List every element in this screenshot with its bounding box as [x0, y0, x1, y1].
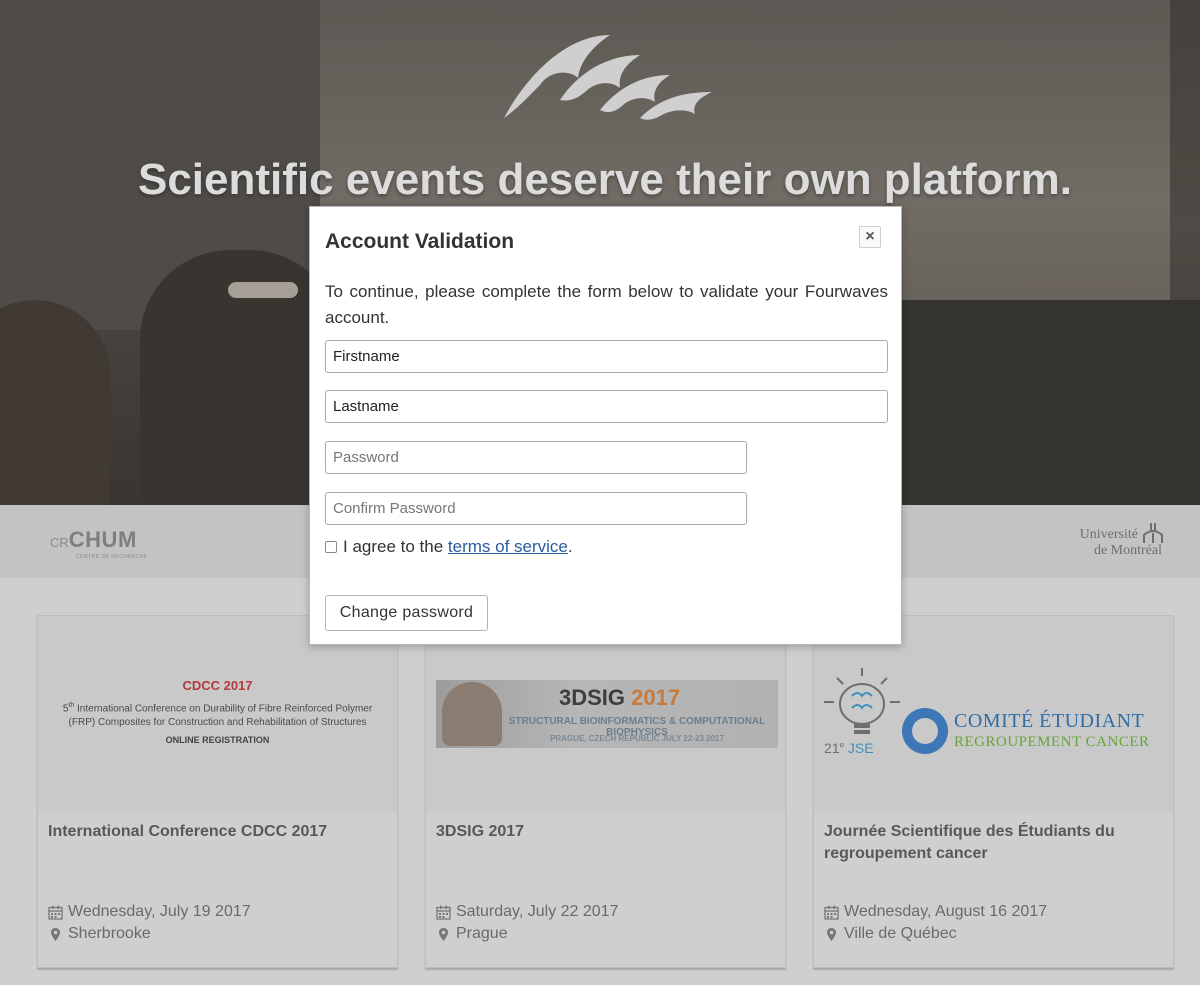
terms-label-suffix: .: [567, 537, 573, 556]
close-icon[interactable]: ×: [859, 226, 881, 248]
password-input[interactable]: [325, 441, 747, 474]
terms-label: I agree to the terms of service.: [343, 537, 573, 557]
terms-of-service-link[interactable]: terms of service: [448, 537, 568, 556]
modal-title: Account Validation: [325, 230, 515, 253]
terms-checkbox[interactable]: [325, 541, 337, 553]
firstname-input[interactable]: [325, 340, 888, 373]
terms-agreement: I agree to the terms of service.: [325, 537, 573, 557]
change-password-button[interactable]: Change password: [325, 595, 488, 631]
account-validation-modal: Account Validation × To continue, please…: [309, 206, 902, 645]
confirm-password-input[interactable]: [325, 492, 747, 525]
modal-intro: To continue, please complete the form be…: [325, 282, 888, 327]
terms-label-prefix: I agree to the: [343, 537, 448, 556]
lastname-input[interactable]: [325, 390, 888, 423]
